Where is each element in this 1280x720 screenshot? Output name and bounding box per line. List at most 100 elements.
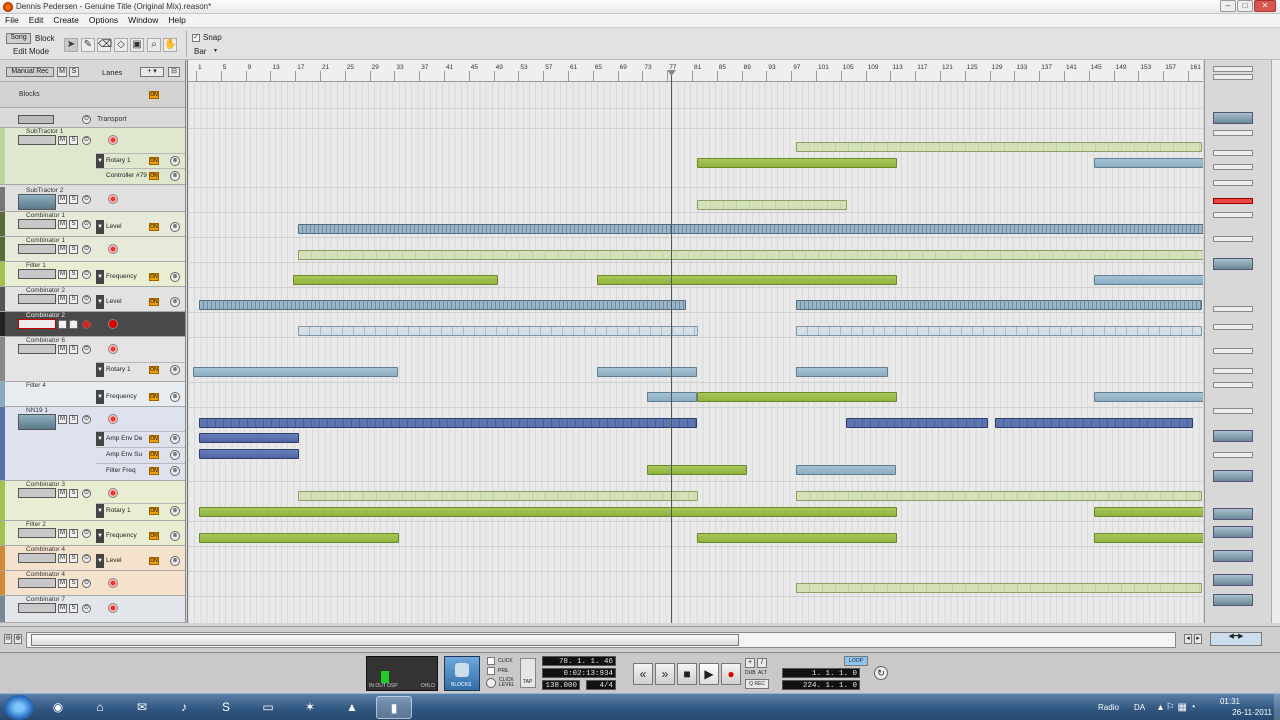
position-time-display[interactable]: 0:02:13:934 xyxy=(542,668,616,678)
mute-button[interactable]: M xyxy=(58,195,67,204)
sequencer-clip[interactable] xyxy=(193,367,398,377)
zoom-out-icon[interactable]: ⊖ xyxy=(4,634,12,644)
track-combinator-4[interactable]: Combinator 4 M S ⊙ ▼ Level ON ⊗ xyxy=(0,546,185,571)
rewind-button[interactable]: « xyxy=(633,663,653,685)
sequencer-clip[interactable] xyxy=(647,392,697,402)
rack-device-thumbnail[interactable] xyxy=(1213,150,1253,156)
maximize-button[interactable]: □ xyxy=(1237,0,1253,12)
scroll-left-icon[interactable]: ◂ xyxy=(1184,634,1192,644)
solo-button[interactable]: S xyxy=(69,529,78,538)
track-filter-4[interactable]: Filter 4 ▼ Frequency ON ⊗ xyxy=(0,382,185,407)
sequencer-clip[interactable] xyxy=(796,465,896,475)
record-arm-icon[interactable]: ⊙ xyxy=(82,604,91,613)
mute-button[interactable]: M xyxy=(58,554,67,563)
follow-song-icon[interactable]: ◀━▶ xyxy=(1210,632,1262,646)
sequencer-clip[interactable] xyxy=(199,418,697,428)
sequencer-clip[interactable] xyxy=(1094,507,1203,517)
lane-expand-icon[interactable]: ▼ xyxy=(96,529,104,543)
menu-window[interactable]: Window xyxy=(123,14,163,27)
sequencer-clip[interactable] xyxy=(298,326,698,336)
solo-button[interactable]: S xyxy=(69,320,78,329)
on-toggle[interactable]: ON xyxy=(149,157,159,165)
solo-button[interactable]: S xyxy=(69,136,78,145)
lane-s-button[interactable]: S xyxy=(69,67,79,77)
lane-expand-icon[interactable]: ▼ xyxy=(96,220,104,234)
record-enable-icon[interactable] xyxy=(108,414,118,424)
menu-help[interactable]: Help xyxy=(163,14,190,27)
sequencer-clip[interactable] xyxy=(1094,533,1203,543)
sequencer-clip[interactable] xyxy=(298,250,1203,260)
bar-ruler[interactable]: 1 5 9 13 17 21 25 29 33 37 41 45 49 53 57 61 65 69 73 77 81 8… xyxy=(188,60,1203,82)
delete-lane-button[interactable]: ⊟ xyxy=(168,67,180,77)
rack-device-thumbnail[interactable] xyxy=(1213,112,1253,124)
sequencer-clip[interactable] xyxy=(995,418,1193,428)
solo-button[interactable]: S xyxy=(69,604,78,613)
song-overview-scrollbar[interactable] xyxy=(26,632,1176,648)
on-toggle[interactable]: ON xyxy=(149,172,159,180)
solo-button[interactable]: S xyxy=(69,270,78,279)
on-toggle[interactable]: ON xyxy=(149,223,159,231)
sequencer-arrangement[interactable]: 1 5 9 13 17 21 25 29 33 37 41 45 49 53 57 61 65 69 73 77 81 8… xyxy=(187,60,1203,623)
on-toggle[interactable]: ON xyxy=(149,393,159,401)
record-arm-icon[interactable]: ⊙ xyxy=(82,529,91,538)
mute-button[interactable]: M xyxy=(58,345,67,354)
sequencer-clip[interactable] xyxy=(1094,275,1203,285)
language-indicator[interactable]: DA xyxy=(1134,703,1145,712)
show-desktop-button[interactable] xyxy=(1274,694,1280,720)
track-combinator-2-selected[interactable]: Combinator 2 M S xyxy=(0,312,185,337)
pre-checkbox[interactable] xyxy=(487,667,495,675)
on-toggle[interactable]: ON xyxy=(149,91,159,99)
lane-expand-icon[interactable]: ▼ xyxy=(96,154,104,168)
sequencer-clip[interactable] xyxy=(199,300,686,310)
click-checkbox[interactable] xyxy=(487,657,495,665)
mute-button[interactable]: M xyxy=(58,320,67,329)
clock-time[interactable]: 01:31 xyxy=(1220,697,1240,706)
signature-display[interactable]: 4/4 xyxy=(586,680,616,690)
lane-knob-icon[interactable]: ⊗ xyxy=(170,506,180,516)
record-arm-icon[interactable]: ⊙ xyxy=(82,579,91,588)
rack-device-thumbnail[interactable] xyxy=(1213,212,1253,218)
scroll-thumb[interactable] xyxy=(31,634,739,646)
record-enable-icon[interactable] xyxy=(108,319,118,329)
sequencer-clip[interactable] xyxy=(697,392,897,402)
sequencer-clip[interactable] xyxy=(199,533,399,543)
razor-icon[interactable]: ◇ xyxy=(114,38,128,52)
track-combinator-1-notes[interactable]: Combinator 1 M S ⊙ xyxy=(0,237,185,262)
select-arrow-icon[interactable]: ➤ xyxy=(64,38,78,52)
mute-button[interactable]: M xyxy=(58,579,67,588)
sequencer-clip[interactable] xyxy=(199,433,299,443)
record-button[interactable]: ● xyxy=(721,663,741,685)
lane-knob-icon[interactable]: ⊗ xyxy=(170,365,180,375)
position-bars-display[interactable]: 78. 1. 1. 46 xyxy=(542,656,616,666)
dub-button[interactable]: + xyxy=(745,658,755,668)
rack-device-thumbnail[interactable] xyxy=(1213,368,1253,374)
mute-tool-icon[interactable]: ▣ xyxy=(130,38,144,52)
folder-icon[interactable]: ▭ xyxy=(250,696,286,719)
itunes-icon[interactable]: ♪ xyxy=(166,696,202,719)
sequencer-clip[interactable] xyxy=(298,224,1203,234)
rack-device-thumbnail[interactable] xyxy=(1213,236,1253,242)
on-toggle[interactable]: ON xyxy=(149,273,159,281)
sequencer-clip[interactable] xyxy=(796,142,1202,152)
lane-expand-icon[interactable]: ▼ xyxy=(96,432,104,446)
active-app-icon[interactable]: ▮ xyxy=(376,696,412,719)
record-enable-icon[interactable] xyxy=(108,603,118,613)
vlc-icon[interactable]: ▲ xyxy=(334,696,370,719)
sequencer-clip[interactable] xyxy=(298,491,698,501)
rack-device-thumbnail[interactable] xyxy=(1213,452,1253,458)
blocks-toggle-button[interactable]: BLOCKS xyxy=(444,656,480,691)
thunderbird-icon[interactable]: ✉ xyxy=(124,696,160,719)
skype-icon[interactable]: S xyxy=(208,696,244,719)
close-button[interactable]: ✕ xyxy=(1254,0,1276,12)
on-toggle[interactable]: ON xyxy=(149,451,159,459)
lane-knob-icon[interactable]: ⊗ xyxy=(170,272,180,282)
rack-device-thumbnail[interactable] xyxy=(1213,348,1253,354)
play-button[interactable]: ▶ xyxy=(699,663,719,685)
record-arm-icon[interactable]: ⊙ xyxy=(82,489,91,498)
track-combinator-6[interactable]: Combinator 6 M S ⊙ ▼ Rotary 1 ON ⊗ xyxy=(0,337,185,382)
blocks-track[interactable]: Blocks ON xyxy=(0,82,185,108)
rack-device-thumbnail[interactable] xyxy=(1213,382,1253,388)
rack-device-thumbnail[interactable] xyxy=(1213,574,1253,586)
on-toggle[interactable]: ON xyxy=(149,435,159,443)
track-combinator-1[interactable]: Combinator 1 M S ⊙ ▼ Level ON ⊗ xyxy=(0,212,185,237)
